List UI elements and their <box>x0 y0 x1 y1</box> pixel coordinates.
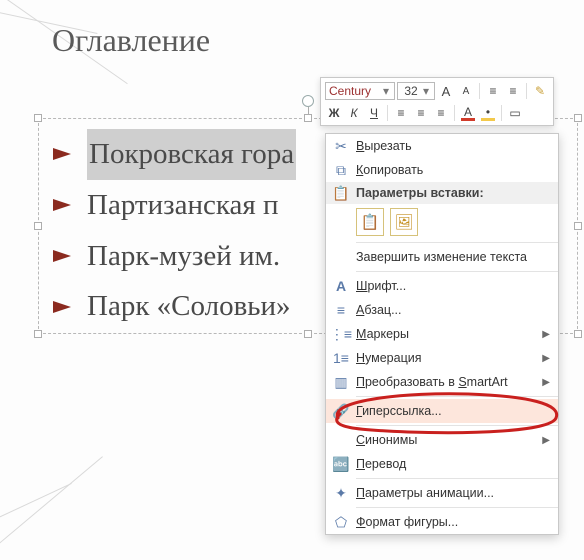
bullet-icon <box>53 301 77 313</box>
indent-left-button[interactable]: ≡ <box>484 82 502 100</box>
paste-options-row: 📋 🖼 <box>326 204 558 240</box>
chevron-right-icon: ▶ <box>538 353 550 364</box>
bullet-icon <box>53 250 77 262</box>
numbering-icon: 1≡ <box>326 350 356 366</box>
list-item-text: Партизанская п <box>87 180 278 231</box>
chevron-right-icon: ▶ <box>538 435 550 446</box>
menu-shape-format[interactable]: ⬠ Формат фигуры... <box>326 510 558 534</box>
menu-bullets[interactable]: ⋮≡ Маркеры ▶ <box>326 322 558 346</box>
bullets-icon: ⋮≡ <box>326 326 356 343</box>
resize-handle[interactable] <box>304 330 312 338</box>
menu-convert-smartart[interactable]: ▥ Преобразовать в SmartArt ▶ <box>326 370 558 394</box>
smartart-icon: ▥ <box>326 374 356 391</box>
align-button[interactable]: ≡ <box>432 104 450 122</box>
styles-button[interactable]: ▭ <box>506 104 524 122</box>
bold-button[interactable]: Ж <box>325 104 343 122</box>
font-size-value: 32 <box>401 84 421 98</box>
menu-synonyms[interactable]: Синонимы ▶ <box>326 428 558 452</box>
menu-paste-options-header: 📋 Параметры вставки: <box>326 182 558 204</box>
copy-icon: ⧉ <box>326 162 356 179</box>
resize-handle[interactable] <box>34 222 42 230</box>
format-painter-button[interactable]: ✎ <box>531 82 549 100</box>
chevron-right-icon: ▶ <box>538 329 550 340</box>
scissors-icon: ✂ <box>326 138 356 155</box>
bullet-icon <box>53 199 77 211</box>
list-item-text: Парк-музей им. <box>87 231 280 282</box>
list-item-text: Парк «Соловьи» <box>87 281 291 332</box>
resize-handle[interactable] <box>304 114 312 122</box>
slide-title: Оглавление <box>52 22 210 59</box>
menu-animation-params[interactable]: ✦ Параметры анимации... <box>326 481 558 505</box>
paragraph-icon: ≡ <box>326 302 356 318</box>
resize-handle[interactable] <box>34 114 42 122</box>
resize-handle[interactable] <box>34 330 42 338</box>
shrink-font-button[interactable]: A <box>457 82 475 100</box>
mini-format-toolbar: Century▾ 32▾ A A ≡ ≡ ✎ Ж К Ч ≡ ≡ ≡ A • ▭ <box>320 77 554 126</box>
menu-finish-text-edit[interactable]: Завершить изменение текста <box>326 245 558 269</box>
align-button[interactable]: ≡ <box>412 104 430 122</box>
menu-copy[interactable]: ⧉ Копировать <box>326 158 558 182</box>
resize-handle[interactable] <box>574 330 582 338</box>
font-icon: A <box>326 278 356 294</box>
grow-font-button[interactable]: A <box>437 82 455 100</box>
menu-cut[interactable]: ✂ Вырезать <box>326 134 558 158</box>
paste-icon: 📋 <box>326 185 356 202</box>
resize-handle[interactable] <box>574 114 582 122</box>
underline-button[interactable]: Ч <box>365 104 383 122</box>
highlight-button[interactable]: • <box>479 104 497 122</box>
menu-font[interactable]: A Шрифт... <box>326 274 558 298</box>
menu-hyperlink[interactable]: 🔗 Гиперссылка... <box>326 399 558 423</box>
font-name-value: Century <box>329 84 381 98</box>
chevron-right-icon: ▶ <box>538 377 550 388</box>
rotate-handle[interactable] <box>302 95 314 107</box>
hyperlink-icon: 🔗 <box>326 403 356 420</box>
font-size-select[interactable]: 32▾ <box>397 82 435 100</box>
bullet-icon <box>53 148 77 160</box>
shape-icon: ⬠ <box>326 514 356 531</box>
context-menu: ✂ Вырезать ⧉ Копировать 📋 Параметры вста… <box>325 133 559 535</box>
italic-button[interactable]: К <box>345 104 363 122</box>
menu-paragraph[interactable]: ≡ Абзац... <box>326 298 558 322</box>
list-item-text: Покровская гора <box>87 129 296 180</box>
font-name-select[interactable]: Century▾ <box>325 82 395 100</box>
paste-picture-button[interactable]: 🖼 <box>390 208 418 236</box>
resize-handle[interactable] <box>574 222 582 230</box>
menu-numbering[interactable]: 1≡ Нумерация ▶ <box>326 346 558 370</box>
align-button[interactable]: ≡ <box>392 104 410 122</box>
font-color-button[interactable]: A <box>459 104 477 122</box>
menu-translate[interactable]: 🔤 Перевод <box>326 452 558 476</box>
paste-keep-source-button[interactable]: 📋 <box>356 208 384 236</box>
sparkle-icon: ✦ <box>326 485 356 502</box>
indent-right-button[interactable]: ≡ <box>504 82 522 100</box>
translate-icon: 🔤 <box>326 456 356 473</box>
